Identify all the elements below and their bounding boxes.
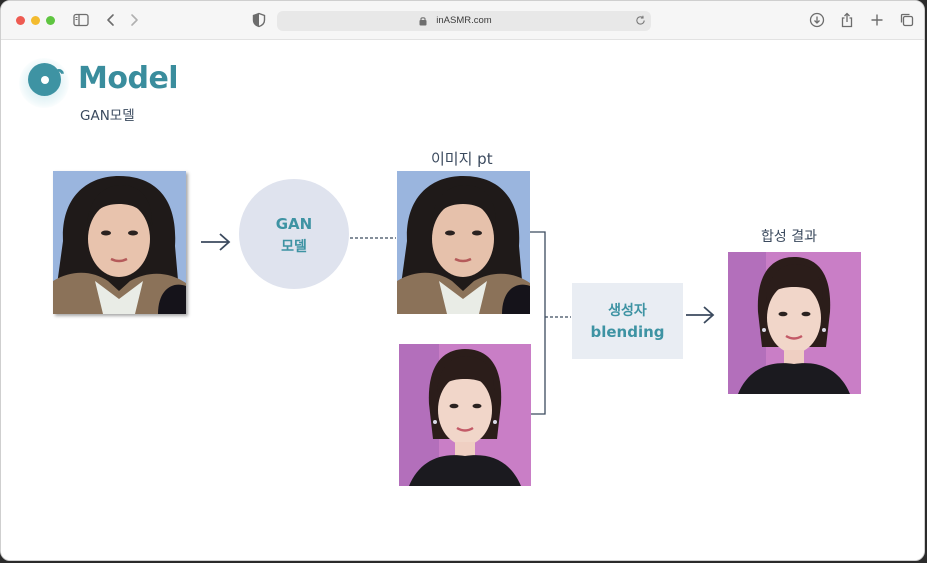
result-face-image: [728, 252, 861, 394]
page-subtitle: GAN모델: [80, 108, 135, 124]
back-icon[interactable]: [102, 11, 120, 29]
input-face-image: [53, 171, 186, 314]
browser-window: inASMR.com Model GAN모델 GAN 모델 이미지 pt 생성자…: [0, 0, 925, 561]
blend-node-label-line1: 생성자: [608, 303, 647, 319]
slide-content: Model GAN모델 GAN 모델 이미지 pt 생성자 blending 합…: [1, 41, 924, 560]
download-icon[interactable]: [808, 11, 826, 29]
blend-node-label-line2: blending: [590, 323, 665, 341]
forward-icon[interactable]: [125, 11, 143, 29]
zoom-window-button[interactable]: [46, 16, 55, 25]
gan-node-label-line2: 모델: [281, 239, 307, 255]
shield-icon[interactable]: [250, 11, 268, 29]
page-title: Model: [78, 61, 179, 96]
address-bar[interactable]: inASMR.com: [277, 11, 651, 31]
bracket-connector: [530, 231, 546, 415]
target-face-image: [399, 344, 531, 486]
gan-node-label-line1: GAN: [275, 215, 313, 233]
logo-icon: [28, 63, 61, 96]
share-icon[interactable]: [838, 11, 856, 29]
url-text: inASMR.com: [436, 15, 492, 26]
minimize-window-button[interactable]: [31, 16, 40, 25]
tabs-overview-icon[interactable]: [898, 11, 916, 29]
close-window-button[interactable]: [16, 16, 25, 25]
arrow-blend-to-result: [686, 306, 715, 324]
sidebar-icon[interactable]: [72, 11, 90, 29]
arrow-input-to-gan: [201, 233, 231, 251]
image-pt-label: 이미지 pt: [431, 150, 493, 168]
gan-model-node: GAN 모델: [239, 179, 349, 289]
result-label: 합성 결과: [761, 229, 817, 245]
new-tab-icon[interactable]: [868, 11, 886, 29]
browser-toolbar: inASMR.com: [1, 1, 924, 40]
image-pt-face: [397, 171, 530, 314]
reload-icon[interactable]: [635, 15, 646, 26]
generator-blending-node: 생성자 blending: [572, 283, 683, 359]
